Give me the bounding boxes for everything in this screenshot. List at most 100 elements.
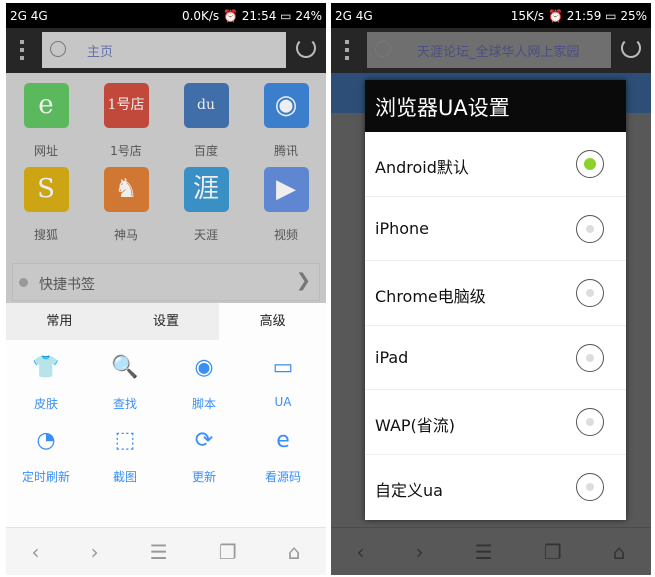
status-bar: 2G 4G 0.0K/s ⏰ 21:54 ▭ 24% bbox=[6, 3, 326, 28]
tab-0[interactable]: 常用 bbox=[6, 303, 113, 340]
address-text: 天涯论坛_全球华人网上家园 bbox=[417, 45, 580, 60]
update-icon: ⟳ bbox=[194, 428, 214, 453]
windows-icon[interactable]: ❐ bbox=[219, 540, 237, 564]
ua-option[interactable]: Android默认 bbox=[365, 132, 626, 197]
battery-level: 25% bbox=[620, 8, 647, 23]
app-icon: du bbox=[183, 83, 229, 128]
app-shortcut[interactable]: ▶ 视频 bbox=[246, 167, 326, 243]
radio-button[interactable] bbox=[576, 279, 604, 308]
tab-2[interactable]: 高级 bbox=[219, 303, 326, 340]
ua-option[interactable]: iPad bbox=[365, 326, 626, 391]
app-icon: ◉ bbox=[263, 83, 309, 128]
tool-button[interactable]: ◉ 脚本 bbox=[164, 355, 244, 412]
battery-level: 24% bbox=[295, 8, 322, 23]
network-speed: 15K/s bbox=[510, 8, 545, 23]
option-label: Chrome电脑级 bbox=[375, 287, 486, 307]
forward-icon[interactable]: › bbox=[416, 540, 424, 564]
option-label: iPad bbox=[375, 347, 409, 367]
tool-label: 看源码 bbox=[264, 470, 301, 484]
network-speed: 0.0K/s bbox=[181, 8, 220, 23]
tool-button[interactable]: 👕 皮肤 bbox=[6, 355, 86, 412]
more-menu-icon[interactable] bbox=[20, 40, 25, 64]
app-icon: e bbox=[23, 83, 69, 128]
back-icon[interactable]: ‹ bbox=[32, 540, 40, 564]
search-icon bbox=[375, 41, 391, 57]
browser-toolbar: 主页 bbox=[6, 28, 326, 73]
tool-label: 截图 bbox=[112, 470, 137, 484]
app-label: 天涯 bbox=[193, 228, 218, 242]
menu-icon[interactable]: ☰ bbox=[475, 540, 493, 564]
devices-icon: ▭ bbox=[272, 355, 294, 380]
app-label: 视频 bbox=[273, 228, 298, 242]
tool-button[interactable]: ⬚ 截图 bbox=[85, 428, 165, 485]
reload-icon[interactable] bbox=[621, 38, 641, 58]
app-label: 腾讯 bbox=[273, 144, 298, 158]
app-icon: ♞ bbox=[103, 167, 149, 212]
tool-button[interactable]: ⟳ 更新 bbox=[164, 428, 244, 485]
back-icon[interactable]: ‹ bbox=[357, 540, 365, 564]
ua-option[interactable]: Chrome电脑级 bbox=[365, 261, 626, 326]
address-bar[interactable]: 天涯论坛_全球华人网上家园 bbox=[367, 32, 611, 68]
home-icon[interactable]: ⌂ bbox=[613, 540, 626, 564]
forward-icon[interactable]: › bbox=[91, 540, 99, 564]
ua-option[interactable]: iPhone bbox=[365, 197, 626, 262]
tool-button[interactable]: e 看源码 bbox=[243, 428, 323, 485]
browser-toolbar: 天涯论坛_全球华人网上家园 bbox=[331, 28, 651, 73]
tool-button[interactable]: 🔍 查找 bbox=[85, 355, 165, 412]
menu-tabs: 常用 设置 高级 bbox=[6, 303, 326, 340]
app-shortcut[interactable]: e 网址 bbox=[6, 83, 86, 159]
menu-icon[interactable]: ☰ bbox=[150, 540, 168, 564]
quick-bookmarks[interactable]: 快捷书签 ❯ bbox=[12, 263, 320, 301]
ua-option[interactable]: 自定义ua bbox=[365, 455, 626, 520]
reload-icon[interactable] bbox=[296, 38, 316, 58]
tab-1[interactable]: 设置 bbox=[112, 303, 220, 340]
app-shortcut[interactable]: du 百度 bbox=[166, 83, 246, 159]
tool-label: 皮肤 bbox=[33, 397, 58, 411]
radio-button[interactable] bbox=[576, 214, 604, 243]
clock: 21:59 bbox=[566, 8, 602, 23]
address-text: 主页 bbox=[87, 45, 114, 60]
option-label: 自定义ua bbox=[375, 480, 443, 500]
status-bar: 2G 4G 15K/s ⏰ 21:59 ▭ 25% bbox=[331, 3, 651, 28]
app-shortcut[interactable]: 1号店 1号店 bbox=[86, 83, 166, 159]
screenshot-icon: ⬚ bbox=[114, 428, 136, 453]
radio-button[interactable] bbox=[576, 408, 604, 437]
phone-left: 2G 4G 0.0K/s ⏰ 21:54 ▭ 24% 主页 e 网址 1号店 1号店 d… bbox=[6, 3, 326, 575]
timer-icon: ◔ bbox=[36, 428, 56, 453]
dialog-title: 浏览器UA设置 bbox=[365, 80, 626, 132]
tool-label: 查找 bbox=[112, 397, 137, 411]
radio-button[interactable] bbox=[576, 343, 604, 372]
tool-button[interactable]: ▭ UA bbox=[243, 355, 323, 409]
ua-option[interactable]: WAP(省流) bbox=[365, 390, 626, 455]
app-icon: S bbox=[23, 167, 69, 212]
radio-button[interactable] bbox=[576, 472, 604, 501]
tool-label: UA bbox=[274, 395, 292, 409]
bottom-nav: ‹ › ☰ ❐ ⌂ bbox=[6, 527, 326, 575]
find-icon: 🔍 bbox=[111, 355, 139, 380]
shirt-icon: 👕 bbox=[32, 355, 60, 380]
radio-button[interactable] bbox=[576, 150, 604, 178]
search-icon bbox=[50, 41, 66, 57]
app-shortcut[interactable]: ♞ 神马 bbox=[86, 167, 166, 243]
tool-button[interactable]: ◔ 定时刷新 bbox=[6, 428, 86, 485]
home-content: e 网址 1号店 1号店 du 百度 ◉ 腾讯 S 搜狐 ♞ 神马 涯天涯 ▶ 视频快捷书签 ❯ bbox=[6, 73, 326, 303]
phone-right: 2G 4G 15K/s ⏰ 21:59 ▭ 25% 天涯论坛_全球华人网上家园 … bbox=[331, 3, 651, 575]
app-shortcut[interactable]: 涯天涯 bbox=[166, 167, 246, 243]
app-label: 百度 bbox=[193, 144, 218, 158]
app-shortcut[interactable]: ◉ 腾讯 bbox=[246, 83, 326, 159]
bullet-icon bbox=[19, 278, 28, 287]
menu-panel: 常用 设置 高级 👕 皮肤 🔍 查找 ◉ 脚本 ▭ UA ◔ 定时刷新 ⬚ 截图 ⟳ 更新 e 看源码 bbox=[6, 303, 326, 527]
home-icon[interactable]: ⌂ bbox=[288, 540, 301, 564]
windows-icon[interactable]: ❐ bbox=[544, 540, 562, 564]
app-shortcut[interactable]: S 搜狐 bbox=[6, 167, 86, 243]
script-icon: ◉ bbox=[194, 355, 214, 380]
app-label: 1号店 bbox=[110, 144, 142, 158]
signal-indicator: 2G 4G bbox=[10, 8, 48, 23]
option-label: Android默认 bbox=[375, 158, 469, 177]
bottom-nav: ‹ › ☰ ❐ ⌂ bbox=[331, 527, 651, 575]
address-bar[interactable]: 主页 bbox=[42, 32, 286, 68]
app-label: 网址 bbox=[33, 144, 58, 158]
more-menu-icon[interactable] bbox=[345, 40, 350, 64]
tool-label: 更新 bbox=[191, 470, 216, 484]
app-label: 神马 bbox=[113, 228, 138, 242]
